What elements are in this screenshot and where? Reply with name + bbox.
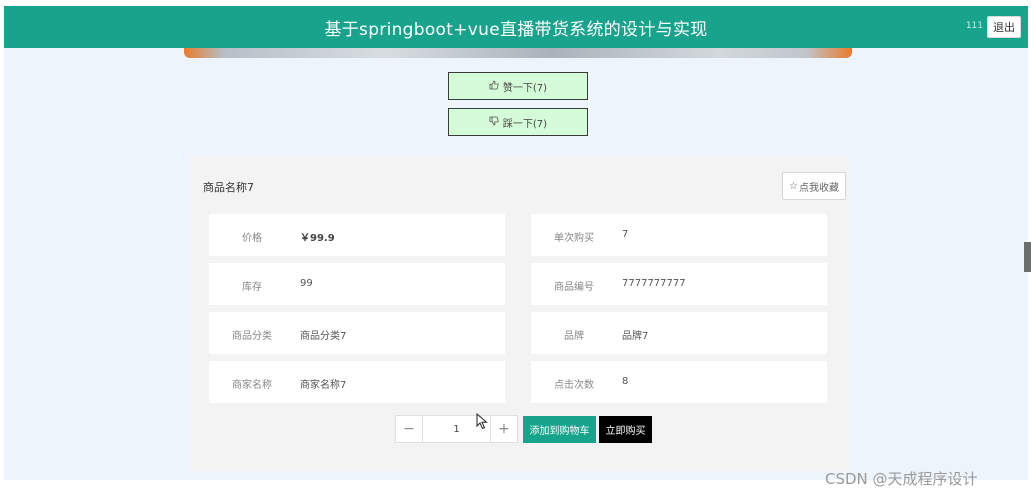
top-header: 基于springboot+vue直播带货系统的设计与实现 111 退出 bbox=[4, 6, 1028, 48]
product-image-banner bbox=[184, 48, 852, 58]
info-value: 99 bbox=[300, 278, 313, 289]
like-label: 赞一下(7) bbox=[502, 82, 548, 94]
info-card-stock: 库存 99 bbox=[209, 263, 505, 305]
info-card-per-order: 单次购买 7 bbox=[531, 214, 827, 256]
star-icon: ☆ bbox=[789, 180, 798, 192]
info-card-price: 价格 ￥99.9 bbox=[209, 214, 505, 256]
page-title: 基于springboot+vue直播带货系统的设计与实现 bbox=[324, 20, 708, 40]
info-label: 商品编号 bbox=[554, 282, 594, 293]
info-label: 单次购买 bbox=[554, 233, 594, 244]
info-card-product-code: 商品编号 7777777777 bbox=[531, 263, 827, 305]
scrollbar-thumb[interactable] bbox=[1024, 242, 1031, 272]
watermark-text: CSDN @天成程序设计 bbox=[825, 470, 978, 488]
info-card-merchant: 商家名称 商家名称7 bbox=[209, 361, 505, 403]
info-value: 商品分类7 bbox=[300, 331, 347, 342]
buy-now-button[interactable]: 立即购买 bbox=[599, 416, 652, 443]
favorite-label: 点我收藏 bbox=[798, 182, 839, 194]
info-value: 8 bbox=[622, 376, 629, 387]
thumbs-down-icon bbox=[489, 116, 499, 129]
thumbs-up-icon bbox=[489, 80, 499, 93]
info-label: 价格 bbox=[242, 233, 262, 244]
favorite-button[interactable]: ☆ 点我收藏 bbox=[782, 172, 846, 200]
dislike-button[interactable]: 踩一下(7) bbox=[448, 108, 588, 136]
mouse-cursor-icon bbox=[476, 412, 488, 434]
like-button[interactable]: 赞一下(7) bbox=[448, 72, 588, 100]
quantity-decrease-button[interactable]: − bbox=[396, 416, 423, 442]
info-value: 7 bbox=[622, 229, 629, 240]
info-label: 商家名称 bbox=[232, 380, 272, 391]
info-label: 库存 bbox=[242, 282, 262, 293]
info-value: 商家名称7 bbox=[300, 380, 347, 391]
info-value: 7777777777 bbox=[622, 278, 686, 289]
info-label: 品牌 bbox=[564, 331, 584, 342]
username-label: 111 bbox=[965, 21, 983, 31]
quantity-increase-button[interactable]: + bbox=[490, 416, 517, 442]
dislike-label: 踩一下(7) bbox=[502, 118, 548, 130]
info-card-click-count: 点击次数 8 bbox=[531, 361, 827, 403]
info-value: ￥99.9 bbox=[300, 233, 335, 244]
page: 基于springboot+vue直播带货系统的设计与实现 111 退出 赞一下(… bbox=[0, 0, 1031, 497]
info-card-category: 商品分类 商品分类7 bbox=[209, 312, 505, 354]
logout-button[interactable]: 退出 bbox=[987, 16, 1021, 38]
add-to-cart-button[interactable]: 添加到购物车 bbox=[523, 416, 596, 443]
info-label: 点击次数 bbox=[554, 380, 594, 391]
product-title: 商品名称7 bbox=[203, 181, 254, 194]
info-card-brand: 品牌 品牌7 bbox=[531, 312, 827, 354]
info-value: 品牌7 bbox=[622, 331, 649, 342]
info-label: 商品分类 bbox=[232, 331, 272, 342]
quantity-stepper: − + bbox=[395, 415, 518, 443]
